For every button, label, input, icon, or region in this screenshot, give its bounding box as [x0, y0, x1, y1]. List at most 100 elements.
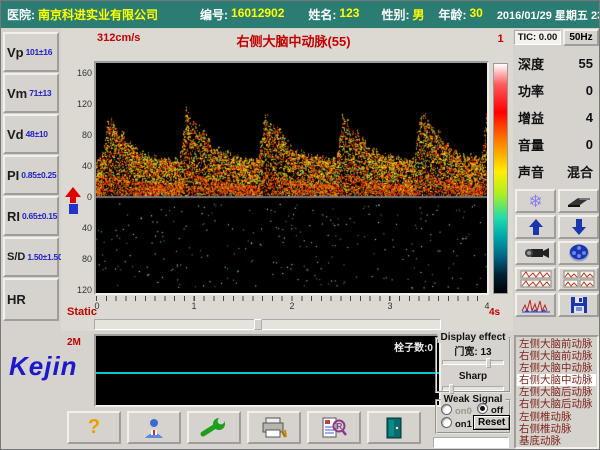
printer-icon [260, 417, 288, 439]
setting-depth: 深度55 [516, 53, 599, 73]
radio-icon [441, 404, 452, 415]
probe-button[interactable] [558, 189, 599, 213]
hospital-label: 医院: [7, 6, 35, 23]
sharp-slider[interactable] [442, 386, 504, 391]
param-label: PI [7, 168, 19, 183]
radio-on1[interactable]: on1 [441, 417, 472, 430]
gate-width-slider[interactable] [442, 360, 504, 365]
patient-name-label: 姓名: [308, 6, 336, 23]
gender-value: 男 [412, 6, 424, 23]
reset-button[interactable]: Reset [473, 415, 510, 430]
snowflake-icon: ❄ [528, 193, 542, 210]
dual-display-button[interactable] [515, 267, 556, 291]
param-label: RI [7, 209, 20, 224]
playback-button[interactable] [558, 241, 599, 265]
vessel-item-selected[interactable]: 右侧大脑中动脉 [517, 374, 596, 386]
patient-id-value: 16012902 [231, 6, 284, 23]
quad-trace-icon [563, 270, 595, 288]
dual-trace-icon [520, 270, 552, 288]
patient-info-button[interactable] [127, 411, 181, 444]
vessel-item[interactable]: 右侧椎动脉 [517, 423, 596, 435]
report-button[interactable]: R [307, 411, 361, 444]
baseline-marker-square[interactable] [69, 204, 78, 214]
tic-display: TIC: 0.00 [514, 30, 561, 45]
vessel-item[interactable]: 左侧椎动脉 [517, 411, 596, 423]
setting-value: 混合 [567, 162, 593, 181]
x-tick-label: 3 [385, 301, 395, 311]
quad-display-button[interactable] [558, 267, 599, 291]
spectrum-button[interactable] [515, 293, 556, 317]
vessel-item[interactable]: 左侧大脑中动脉 [517, 362, 596, 374]
param-cell-vp: Vp101±16 [3, 32, 59, 72]
patient-name-value: 123 [339, 6, 359, 23]
print-button[interactable] [247, 411, 301, 444]
decrease-button[interactable] [558, 215, 599, 239]
help-button[interactable]: ? [67, 411, 121, 444]
param-value: 71±13 [29, 88, 51, 98]
setting-label: 功率 [518, 81, 544, 100]
question-mark-icon: ? [88, 416, 100, 439]
spectrum-display [94, 61, 489, 295]
time-span-label: 4s [489, 307, 500, 318]
setting-value: 4 [586, 110, 593, 125]
display-effect-group: Display effect 门宽: 13 Sharp [435, 337, 511, 393]
y-tick-label: 40 [70, 223, 92, 233]
settings-button[interactable] [187, 411, 241, 444]
param-cell-vm: Vm71±13 [3, 73, 59, 113]
baseline-marker-arrow-stem[interactable] [70, 197, 76, 203]
up-arrow-icon [529, 219, 543, 235]
vessel-item[interactable]: 右侧大脑前动脉 [517, 350, 596, 362]
y-tick-label: 40 [70, 161, 92, 171]
titlebar: 医院:南京科进实业有限公司 编号:16012902 姓名:123 性别:男 年龄… [1, 1, 600, 28]
emboli-count-label: 栓子数:0 [394, 339, 433, 354]
film-reel-icon [568, 243, 590, 263]
param-label: Vp [7, 45, 24, 60]
static-mode-label: Static [67, 306, 97, 318]
vessel-item[interactable]: 基底动脉 [517, 435, 596, 447]
param-value: 101±16 [26, 47, 53, 57]
param-cell-vd: Vd48±10 [3, 114, 59, 154]
param-cell-pi: PI0.85±0.25 [3, 155, 59, 195]
setting-sound: 声音混合 [516, 161, 599, 181]
down-arrow-icon [572, 219, 586, 235]
freeze-button[interactable]: ❄ [515, 189, 556, 213]
vessel-item[interactable]: 左侧大脑前动脉 [517, 338, 596, 350]
tcd-app: 医院:南京科进实业有限公司 编号:16012902 姓名:123 性别:男 年龄… [0, 0, 600, 450]
param-label: Vm [7, 86, 27, 101]
patient-icon [141, 417, 167, 439]
param-cell-hr: HR [3, 278, 59, 321]
age-value: 30 [469, 6, 482, 23]
setting-label: 增益 [518, 108, 544, 127]
gender-label: 性别: [381, 6, 409, 23]
radio-icon-selected [477, 403, 488, 414]
hospital-name: 南京科进实业有限公司 [38, 6, 158, 23]
save-button[interactable] [558, 293, 599, 317]
vessel-list[interactable]: 左侧大脑前动脉 右侧大脑前动脉 左侧大脑中动脉 右侧大脑中动脉 左侧大脑后动脉 … [514, 335, 599, 449]
sharp-slider-thumb[interactable] [449, 384, 454, 394]
record-button[interactable] [515, 241, 556, 265]
vessel-item[interactable]: 左侧大脑后动脉 [517, 386, 596, 398]
x-tick-label: 2 [287, 301, 297, 311]
gate-width-value: 13 [481, 347, 492, 358]
frequency-button[interactable]: 50Hz [563, 29, 599, 46]
radio-on0[interactable]: on0 [441, 404, 472, 417]
camera-icon [523, 246, 549, 260]
sharp-label: Sharp [437, 371, 509, 382]
doppler-colorbar [493, 63, 508, 294]
wrench-icon [200, 418, 228, 438]
setting-value: 0 [586, 83, 593, 98]
time-scroll-thumb[interactable] [254, 319, 262, 330]
param-value: 48±10 [26, 129, 48, 139]
vessel-item[interactable]: 右侧大脑后动脉 [517, 398, 596, 410]
exit-button[interactable] [367, 411, 421, 444]
setting-label: 音量 [518, 135, 544, 154]
increase-button[interactable] [515, 215, 556, 239]
colorbar-top-label: 1 [493, 33, 508, 45]
time-scroll-slider[interactable] [94, 319, 441, 330]
baseline-marker-arrow-icon[interactable] [65, 187, 81, 197]
param-cell-sd: S/D1.50±1.50 [3, 237, 59, 277]
param-label: S/D [7, 251, 25, 263]
param-cell-ri: RI0.65±0.15 [3, 196, 59, 236]
gate-width-slider-thumb[interactable] [486, 358, 491, 368]
patient-id-label: 编号: [200, 6, 228, 23]
